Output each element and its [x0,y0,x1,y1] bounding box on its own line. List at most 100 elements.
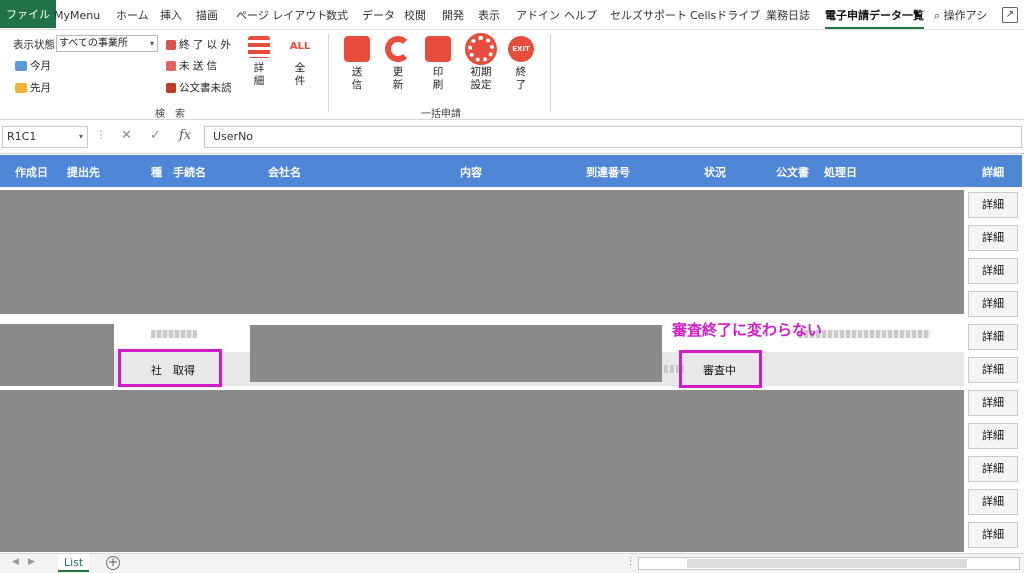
exit-label: 終 了 [515,66,527,91]
non-finished-button[interactable]: 終 了 以 外 [166,37,231,52]
blurred-text [151,330,197,338]
last-month-label: 先月 [30,82,51,94]
header-official-doc: 公文書 [776,166,809,179]
table-header-row: 作成日 提出先 種 手続名 会社名 内容 到達番号 状況 公文書 処理日 詳細 [0,155,1022,187]
name-box[interactable]: R1C1 ▾ [2,126,88,148]
tab-insert[interactable]: 挿入 [160,0,182,30]
detail-button[interactable]: 詳細 [968,456,1018,482]
tab-home[interactable]: ホーム [116,0,149,30]
add-sheet-icon[interactable]: + [106,556,120,570]
unread-doc-button[interactable]: 公文書未読 [166,80,232,95]
display-state-select[interactable]: すべての事業所 ▾ [56,35,158,52]
scrollbar-thumb[interactable] [687,559,967,568]
refresh-button[interactable]: 更 新 [384,36,412,92]
document-icon [166,82,176,93]
group-separator [550,34,551,112]
tab-review[interactable]: 校閲 [404,0,426,30]
cancel-icon[interactable]: ✕ [121,128,132,143]
procedure-highlight-box [118,349,222,387]
tell-me-search[interactable]: ⌕ 操作アシ [934,0,987,30]
all-records-label: 全 件 [294,62,306,87]
detail-button[interactable]: 詳細 [968,324,1018,350]
detail-search-label: 詳 細 [253,62,265,87]
name-box-value: R1C1 [7,130,37,143]
all-records-button[interactable]: ALL 全 件 [286,36,314,88]
search-group-title: 検 索 [155,109,185,120]
annotation-note: 審査終了に変わらない [672,321,823,339]
header-status: 状況 [704,166,726,179]
tab-e-application-list[interactable]: 電子申請データ一覧 [825,0,924,30]
detail-search-button[interactable]: 詳 細 [246,36,272,88]
tab-file[interactable]: ファイル [0,0,56,28]
header-detail: 詳細 [982,166,1004,179]
display-state-value: すべての事業所 [59,38,128,49]
detail-button[interactable]: 詳細 [968,423,1018,449]
insert-function-icon[interactable]: fx [179,128,191,143]
tab-cells-drive[interactable]: Cellsドライブ [690,0,760,30]
tab-view[interactable]: 表示 [478,0,500,30]
tab-data[interactable]: データ [362,0,395,30]
header-processed: 処理日 [824,166,857,179]
folder-icon [166,39,176,50]
tab-draw[interactable]: 描画 [196,0,218,30]
status-highlight-box [679,350,762,388]
header-procedure: 手続名 [173,166,206,179]
sheet-tab-bar: ◀ ▶ List + ⋮ [0,553,1024,573]
detail-button[interactable]: 詳細 [968,258,1018,284]
tab-formulas[interactable]: 数式 [326,0,348,30]
detail-button[interactable]: 詳細 [968,291,1018,317]
unsent-label: 未 送 信 [179,60,218,72]
more-icon: ⋮ [96,130,106,141]
this-month-button[interactable]: 今月 [15,58,51,73]
list-icon [248,36,270,58]
header-kind: 種 [151,166,162,179]
tab-help[interactable]: ヘルプ [564,0,597,30]
tab-addins[interactable]: アドイン [516,0,560,30]
tab-page-layout[interactable]: ページ レイアウト [236,0,327,30]
detail-button[interactable]: 詳細 [968,390,1018,416]
share-icon[interactable]: ↗ [1002,7,1018,23]
mail-icon [166,60,176,71]
enter-icon[interactable]: ✓ [150,128,161,143]
non-finished-label: 終 了 以 外 [179,39,232,51]
init-settings-label: 初期 設定 [470,66,492,91]
chevron-down-icon: ▾ [149,39,154,48]
group-separator [328,34,329,112]
detail-button[interactable]: 詳細 [968,522,1018,548]
header-created: 作成日 [15,166,48,179]
tab-cells-support[interactable]: セルズサポート [610,0,687,30]
tell-me-label: 操作アシ [943,9,988,22]
exit-button[interactable]: EXIT 終 了 [507,36,535,92]
calendar-icon [15,60,27,71]
sheet-tab-list[interactable]: List [58,554,90,572]
header-content: 内容 [460,166,482,179]
detail-button[interactable]: 詳細 [968,489,1018,515]
all-icon: ALL [287,36,313,58]
this-month-label: 今月 [30,60,51,72]
header-arrival-no: 到達番号 [586,166,630,179]
unsent-button[interactable]: 未 送 信 [166,58,217,73]
scroll-right-icon[interactable]: ▶ [28,557,35,567]
horizontal-scrollbar[interactable] [638,557,1020,570]
init-settings-button[interactable]: 初期 設定 [465,33,497,92]
display-state-label: 表示状態 [13,39,55,51]
header-submit-to: 提出先 [67,166,100,179]
tab-mymenu[interactable]: MyMenu [54,0,100,30]
search-icon: ⌕ [934,9,941,22]
redacted-cell [0,324,114,386]
scroll-left-icon[interactable]: ◀ [12,557,19,567]
tab-developer[interactable]: 開発 [442,0,464,30]
detail-button[interactable]: 詳細 [968,192,1018,218]
refresh-icon [385,36,411,62]
chevron-down-icon: ▾ [78,132,83,141]
last-month-button[interactable]: 先月 [15,80,51,95]
tab-business-diary[interactable]: 業務日誌 [766,0,810,30]
detail-button[interactable]: 詳細 [968,357,1018,383]
formula-input[interactable]: UserNo [204,126,1022,148]
header-company: 会社名 [268,166,301,179]
print-button[interactable]: 印 刷 [424,36,452,92]
gear-icon [465,33,497,65]
detail-button[interactable]: 詳細 [968,225,1018,251]
send-button[interactable]: 送 信 [343,36,371,92]
printer-icon [425,36,451,62]
